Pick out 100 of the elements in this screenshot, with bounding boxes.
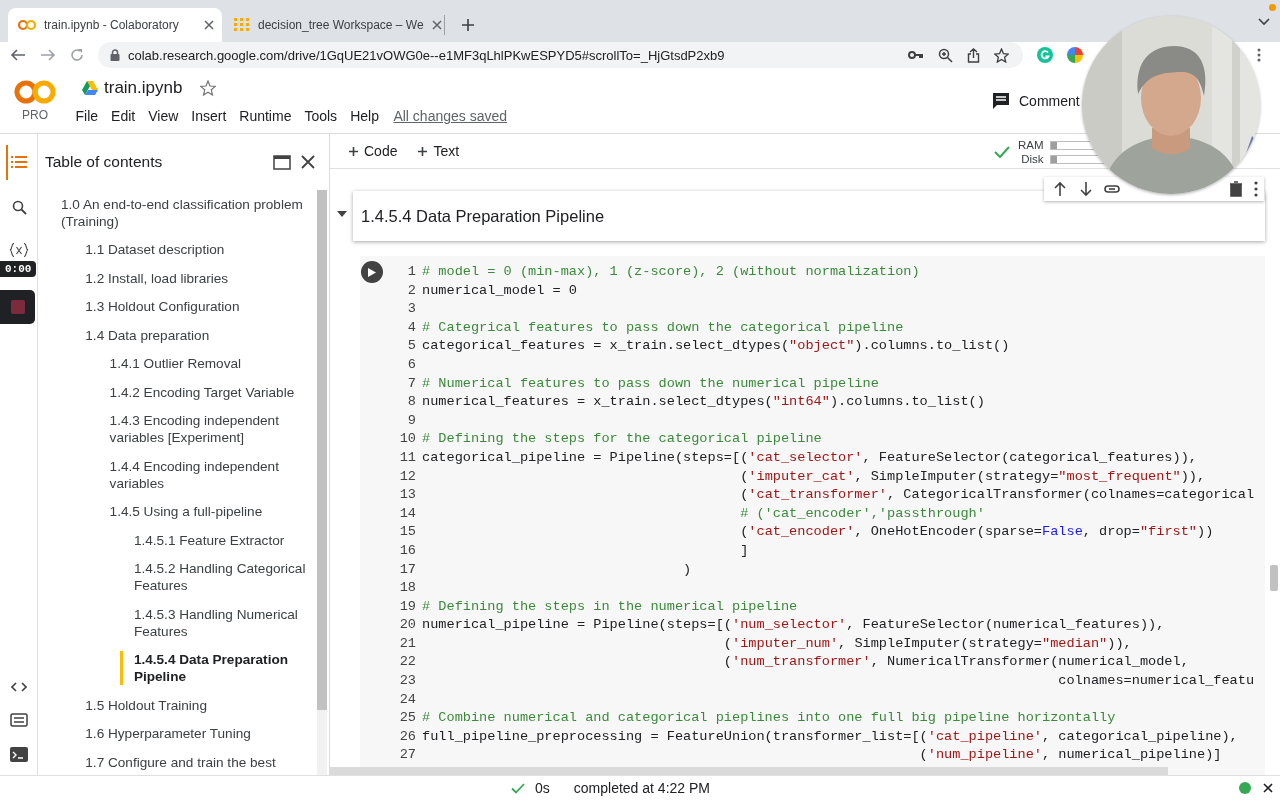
url-field[interactable]: colab.research.google.com/drive/1GqUE21vOWG0e--e1MF3qLhlPKwESPYD5#scrollTo=_HjGtsdP2xb9 xyxy=(98,42,1023,68)
line-number: 1 xyxy=(406,263,416,281)
star-icon[interactable] xyxy=(200,80,217,96)
more-icon[interactable] xyxy=(1254,181,1258,197)
code-line: ('imputer_cat', SimpleImputer(strategy="most_frequent")), xyxy=(739,467,1207,486)
add-cell-button[interactable]: Code xyxy=(346,141,400,161)
line-number: 9 xyxy=(406,411,416,430)
line-number: 19 xyxy=(398,597,416,616)
code-line: numerical_pipeline = Pipeline(steps=[('num_selector', FeatureSelector(numerical_features)), xyxy=(422,616,1166,635)
colab-logo-icon xyxy=(18,19,36,31)
dot-grid-icon xyxy=(234,18,250,32)
reload-icon[interactable] xyxy=(70,48,84,62)
code-line: # Numerical features to pass down the numerical pipeline xyxy=(422,374,880,393)
chevron-down-icon[interactable] xyxy=(1258,18,1270,26)
line-number: 15 xyxy=(398,523,416,542)
status-message: completed at 4:22 PM xyxy=(573,780,710,796)
notebook-title[interactable]: train.ipynb xyxy=(104,78,183,98)
line-number: 13 xyxy=(398,486,416,505)
comment-icon xyxy=(992,92,1010,110)
recording-timer: 0:00 xyxy=(0,261,37,277)
list-icon[interactable] xyxy=(11,155,27,169)
line-number: 16 xyxy=(398,541,416,560)
line-number: 27 xyxy=(398,746,416,765)
lock-icon xyxy=(110,49,120,61)
code-line: ('num_transformer', NumericalTransformer(numerical_model, xyxy=(722,653,1190,672)
toc-item[interactable]: 1.4.5.3 Handling Numerical Features xyxy=(38,600,317,646)
toc-item[interactable]: 1.2 Install, load libraries xyxy=(38,264,317,293)
toc-item[interactable]: 1.5 Holdout Training xyxy=(38,691,317,720)
caret-icon[interactable] xyxy=(336,211,347,217)
toc-item[interactable]: 1.1 Dataset description xyxy=(38,235,317,264)
code-line: # Defining the steps in the numerical pipeline xyxy=(422,597,799,616)
toc-item[interactable]: 1.4 Data preparation xyxy=(38,321,317,350)
run-button[interactable] xyxy=(361,261,383,283)
line-number: 18 xyxy=(398,579,416,598)
save-status-link[interactable]: All changes saved xyxy=(393,108,508,124)
menu-item[interactable]: Edit xyxy=(104,106,142,126)
toc-item[interactable]: 1.4.5 Using a full-pipeline xyxy=(38,497,317,526)
play-icon xyxy=(368,267,376,277)
menu-item[interactable]: Insert xyxy=(184,106,233,126)
menu-item[interactable]: Help xyxy=(343,106,386,126)
more-icon[interactable] xyxy=(1257,48,1261,62)
share-icon[interactable] xyxy=(967,47,980,63)
close-icon[interactable] xyxy=(1263,783,1273,793)
trash-icon[interactable] xyxy=(1228,181,1244,197)
search-icon[interactable] xyxy=(12,200,27,215)
add-cell-button[interactable]: Text xyxy=(415,141,462,161)
menu-item[interactable]: Tools xyxy=(297,106,344,126)
line-number: 21 xyxy=(398,634,416,653)
line-number: 11 xyxy=(398,448,416,467)
arrow-up-icon[interactable] xyxy=(1052,181,1068,197)
code-line: ('cat_encoder', OneHotEncoder(sparse=False, drop="first")) xyxy=(739,523,1215,542)
key-icon[interactable] xyxy=(908,50,924,60)
color-wheel-icon[interactable] xyxy=(1067,47,1083,63)
code-line: # model = 0 (min-max), 1 (z-score), 2 (without normalization) xyxy=(422,263,921,281)
toc-item[interactable]: 1.6 Hyperparameter Tuning xyxy=(38,719,317,748)
menu-item[interactable]: View xyxy=(141,106,185,126)
code-line: ('cat_transformer', CategoricalTransformer(colnames=categorical xyxy=(739,486,1256,505)
toc-item[interactable]: 1.4.5.2 Handling Categorical Features xyxy=(38,554,317,600)
heading-text: 1.4.5.4 Data Preparation Pipeline xyxy=(361,206,605,226)
line-number: 17 xyxy=(398,560,416,579)
toc-item[interactable]: 1.7 Configure and train the best xyxy=(38,748,317,775)
code-brackets-icon[interactable] xyxy=(11,682,27,692)
forward-icon[interactable] xyxy=(40,48,56,62)
notification-dot xyxy=(1269,4,1276,11)
browser-tab[interactable]: decision_tree Workspace – We xyxy=(222,8,444,42)
toc-item[interactable]: 1.4.3 Encoding independent variables [Experiment] xyxy=(38,406,317,452)
variables-icon[interactable] xyxy=(9,243,29,257)
comment-button[interactable]: Comment xyxy=(990,90,1082,112)
toc-item[interactable]: 1.0 An end-to-end classification problem (Training) xyxy=(38,190,317,236)
terminal-icon[interactable] xyxy=(10,747,28,762)
menu-item[interactable]: Runtime xyxy=(232,106,298,126)
new-tab-icon[interactable] xyxy=(461,18,475,32)
code-line: colnames=numerical_featu xyxy=(1057,672,1256,691)
connected-status-icon xyxy=(1239,782,1251,794)
arrow-down-icon[interactable] xyxy=(1078,181,1094,197)
line-number: 10 xyxy=(398,430,416,449)
line-number: 4 xyxy=(406,318,416,337)
back-icon[interactable] xyxy=(10,48,26,62)
code-line: # Combine numerical and categorical pieplines into one full big pipeline horizontally xyxy=(422,709,1117,728)
tab-close-icon[interactable] xyxy=(431,20,442,30)
browser-tab[interactable]: train.ipynb - Colaboratory xyxy=(8,8,222,42)
toc-item[interactable]: 1.4.5.1 Feature Extractor xyxy=(38,526,317,555)
toc-item[interactable]: 1.3 Holdout Configuration xyxy=(38,292,317,321)
keyboard-icon[interactable] xyxy=(10,713,28,727)
close-icon[interactable] xyxy=(301,155,315,169)
toc-item[interactable]: 1.4.2 Encoding Target Variable xyxy=(38,378,317,407)
line-number: 7 xyxy=(406,374,416,393)
line-number: 24 xyxy=(398,690,416,709)
zoom-icon[interactable] xyxy=(938,47,953,63)
tab-close-icon[interactable] xyxy=(204,20,214,30)
menu-item[interactable]: File xyxy=(69,106,105,126)
scrollbar xyxy=(1270,565,1278,591)
code-line: ] xyxy=(739,541,750,560)
star-icon[interactable] xyxy=(994,47,1009,63)
window-icon[interactable] xyxy=(273,154,291,170)
toc-item[interactable]: 1.4.1 Outlier Removal xyxy=(38,349,317,378)
drive-icon xyxy=(82,81,98,95)
code-line: ('imputer_num', SimpleImputer(strategy="median")), xyxy=(722,634,1133,653)
toc-item[interactable]: 1.4.4 Encoding independent variables xyxy=(38,452,317,498)
code-line: ('num_pipeline', numerical_pipeline)] xyxy=(918,746,1223,765)
